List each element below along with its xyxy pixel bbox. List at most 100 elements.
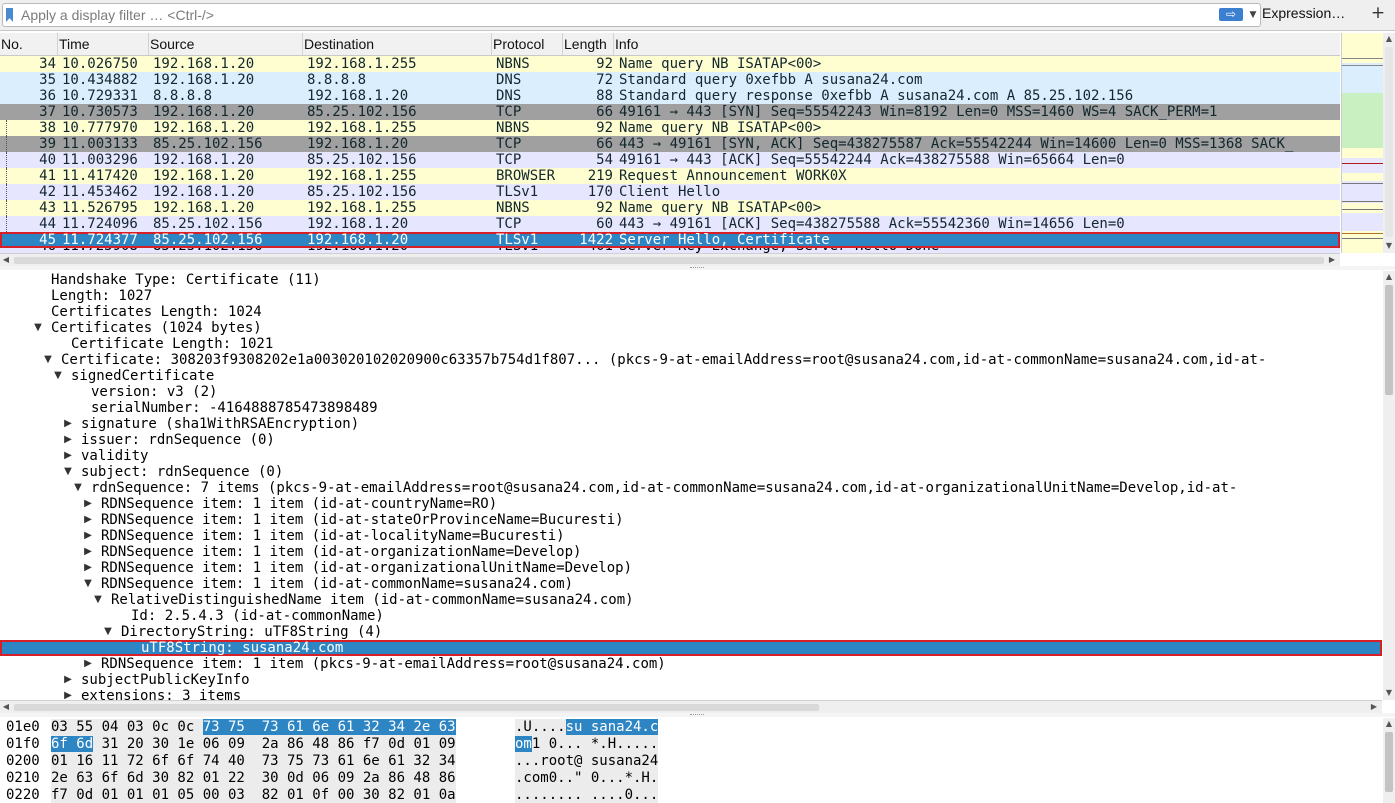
tree-row[interactable]: ▼ Certificate: 308203f9308202e1a003020102… — [0, 352, 1382, 368]
packet-row[interactable]: 44 11.724096 85.25.102.156 192.168.1.20 TCP 6… — [0, 216, 1340, 232]
tree-row[interactable]: ▶ subjectPublicKeyInfo — [0, 672, 1382, 688]
packet-row[interactable]: 39 11.003133 85.25.102.156 192.168.1.20 TCP 6… — [0, 136, 1340, 152]
tree-row[interactable]: ▼ RDNSequence item: 1 item (id-at-commonN… — [0, 576, 1382, 592]
tree-row[interactable]: ▼ DirectoryString: uTF8String (4) — [0, 624, 1382, 640]
scrollbar-thumb[interactable] — [14, 704, 819, 711]
packet-row[interactable]: 36 10.729331 8.8.8.8 192.168.1.20 DNS 88 Stand… — [0, 88, 1340, 104]
scroll-down-icon[interactable]: ▼ — [1383, 687, 1395, 699]
column-header-length[interactable]: Length — [563, 33, 614, 55]
expanded-chevron-icon[interactable]: ▼ — [72, 480, 84, 496]
packet-list-minimap[interactable] — [1341, 33, 1383, 253]
expanded-chevron-icon[interactable]: ▼ — [102, 624, 114, 640]
tree-row[interactable]: ▼ subject: rdnSequence (0) — [0, 464, 1382, 480]
tree-row[interactable]: ▼ rdnSequence: 7 items (pkcs-9-at-emailAd… — [0, 480, 1382, 496]
column-header-time[interactable]: Time — [58, 33, 149, 55]
tree-row[interactable]: serialNumber: -4164888785473898489 — [0, 400, 1382, 416]
scrollbar-thumb[interactable] — [1385, 285, 1393, 395]
collapsed-chevron-icon[interactable]: ▶ — [82, 544, 94, 560]
selected-packet-row[interactable]: 45 11.724377 85.25.102.156 192.168.1.20 TLSv… — [0, 232, 1340, 248]
packet-list-vertical-scrollbar[interactable]: ▲ ▼ — [1383, 33, 1395, 253]
collapsed-chevron-icon[interactable]: ▶ — [62, 672, 74, 688]
tree-row[interactable]: Id: 2.5.4.3 (id-at-commonName) — [0, 608, 1382, 624]
packet-row[interactable]: 43 11.526795 192.168.1.20 192.168.1.255 NBNS… — [0, 200, 1340, 216]
bytes-hex[interactable]: 03 55 04 03 0c 0c 73 75 73 61 6e 61 32 3… — [51, 719, 456, 736]
packet-row[interactable]: 41 11.417420 192.168.1.20 192.168.1.255 BROW… — [0, 168, 1340, 184]
expanded-chevron-icon[interactable]: ▼ — [32, 320, 44, 336]
scroll-left-icon[interactable]: ◀ — [0, 254, 12, 266]
collapsed-chevron-icon[interactable]: ▶ — [62, 416, 74, 432]
tree-row[interactable]: ▶ RDNSequence item: 1 item (id-at-localit… — [0, 528, 1382, 544]
tree-row[interactable]: Certificates Length: 1024 — [0, 304, 1382, 320]
column-header-source[interactable]: Source — [149, 33, 303, 55]
collapsed-chevron-icon[interactable]: ▶ — [82, 656, 94, 672]
scrollbar-thumb[interactable] — [14, 257, 1324, 264]
tree-row[interactable]: ▶ RDNSequence item: 1 item (pkcs-9-at-ema… — [0, 656, 1382, 672]
collapsed-chevron-icon[interactable]: ▶ — [62, 432, 74, 448]
add-filter-button-plus-icon[interactable]: + — [1368, 2, 1388, 24]
pane-splitter[interactable] — [0, 266, 1395, 270]
packet-row[interactable]: 40 11.003296 192.168.1.20 85.25.102.156 TCP 5… — [0, 152, 1340, 168]
bytes-ascii[interactable]: om1 0... *.H..... — [515, 736, 659, 753]
bytes-vertical-scrollbar[interactable]: ▲ — [1383, 718, 1395, 803]
scroll-right-icon[interactable]: ▶ — [1368, 701, 1380, 713]
bytes-hex[interactable]: 2e 63 6f 6d 30 82 01 22 30 0d 06 09 2a 8… — [51, 770, 456, 787]
tree-row[interactable]: ▼ signedCertificate — [0, 368, 1382, 384]
collapsed-chevron-icon[interactable]: ▶ — [62, 448, 74, 464]
tree-row[interactable]: ▶ RDNSequence item: 1 item (id-at-stateOr… — [0, 512, 1382, 528]
packet-row[interactable]: 38 10.777970 192.168.1.20 192.168.1.255 NBNS… — [0, 120, 1340, 136]
tree-row[interactable]: ▼ RelativeDistinguishedName item (id-at-c… — [0, 592, 1382, 608]
scroll-left-icon[interactable]: ◀ — [0, 701, 12, 713]
tree-row[interactable]: ▶ issuer: rdnSequence (0) — [0, 432, 1382, 448]
tree-row[interactable]: version: v3 (2) — [0, 384, 1382, 400]
column-header-destination[interactable]: Destination — [303, 33, 492, 55]
bytes-hex[interactable]: 01 16 11 72 6f 6f 74 40 73 75 73 61 6e 6… — [51, 753, 456, 770]
column-header-info[interactable]: Info — [614, 33, 1340, 55]
tree-row[interactable]: Certificate Length: 1021 — [0, 336, 1382, 352]
expanded-chevron-icon[interactable]: ▼ — [42, 352, 54, 368]
details-vertical-scrollbar[interactable]: ▲ ▼ — [1383, 271, 1395, 700]
scrollbar-thumb[interactable] — [1385, 732, 1393, 792]
display-filter-input[interactable] — [21, 5, 1206, 24]
collapsed-chevron-icon[interactable]: ▶ — [82, 512, 94, 528]
scrollbar-track[interactable] — [1385, 47, 1393, 237]
column-header-no[interactable]: No. — [0, 33, 58, 55]
expanded-chevron-icon[interactable]: ▼ — [92, 592, 104, 608]
bytes-ascii[interactable]: .com0.." 0...*.H. — [515, 770, 659, 787]
details-horizontal-scrollbar[interactable]: ◀ ▶ — [0, 700, 1382, 714]
pane-splitter[interactable] — [0, 713, 1395, 717]
scroll-right-icon[interactable]: ▶ — [1326, 254, 1338, 266]
collapsed-chevron-icon[interactable]: ▶ — [82, 496, 94, 512]
collapsed-chevron-icon[interactable]: ▶ — [82, 560, 94, 576]
packet-row[interactable]: 37 10.730573 192.168.1.20 85.25.102.156 TCP 6… — [0, 104, 1340, 120]
expanded-chevron-icon[interactable]: ▼ — [82, 576, 94, 592]
packet-row[interactable]: 34 10.026750 192.168.1.20 192.168.1.255 NBNS… — [0, 56, 1340, 72]
bytes-hex[interactable]: 6f 6d 31 20 30 1e 06 09 2a 86 48 86 f7 0… — [51, 736, 456, 753]
tree-row[interactable]: ▶ extensions: 3 items — [0, 688, 1382, 700]
bytes-ascii[interactable]: .U....su sana24.c — [515, 719, 659, 736]
scroll-up-icon[interactable]: ▲ — [1383, 33, 1395, 45]
expanded-chevron-icon[interactable]: ▼ — [62, 464, 74, 480]
tree-row[interactable]: ▶ RDNSequence item: 1 item (id-at-organiz… — [0, 544, 1382, 560]
tree-row[interactable]: Length: 1027 — [0, 288, 1382, 304]
scroll-up-icon[interactable]: ▲ — [1383, 718, 1395, 730]
scroll-down-icon[interactable]: ▼ — [1383, 240, 1395, 252]
expression-button[interactable]: Expression… — [1262, 5, 1345, 21]
collapsed-chevron-icon[interactable]: ▶ — [82, 528, 94, 544]
tree-row[interactable]: ▶ RDNSequence item: 1 item (id-at-organiz… — [0, 560, 1382, 576]
tree-row[interactable]: ▼ Certificates (1024 bytes) — [0, 320, 1382, 336]
scroll-up-icon[interactable]: ▲ — [1383, 271, 1395, 283]
bytes-hex[interactable]: f7 0d 01 01 01 05 00 03 82 01 0f 00 30 8… — [51, 787, 456, 803]
filter-history-chevron-down-icon[interactable]: ▼ — [1247, 6, 1259, 24]
bytes-ascii[interactable]: ...root@ susana24 — [515, 753, 659, 770]
packet-row[interactable]: 42 11.453462 192.168.1.20 85.25.102.156 TLSv… — [0, 184, 1340, 200]
packet-list-horizontal-scrollbar[interactable]: ◀ ▶ — [0, 253, 1340, 267]
column-header-protocol[interactable]: Protocol — [492, 33, 563, 55]
bytes-ascii[interactable]: ........ ....0... — [515, 787, 659, 803]
tree-row[interactable]: ▶ validity — [0, 448, 1382, 464]
expanded-chevron-icon[interactable]: ▼ — [52, 368, 64, 384]
display-filter-box[interactable]: ⇨ ▼ — [2, 3, 1261, 27]
collapsed-chevron-icon[interactable]: ▶ — [62, 688, 74, 700]
tree-row[interactable]: Handshake Type: Certificate (11) — [0, 272, 1382, 288]
selected-field-row[interactable]: uTF8String: susana24.com — [0, 640, 1382, 656]
apply-filter-arrow-icon[interactable]: ⇨ — [1219, 8, 1243, 21]
